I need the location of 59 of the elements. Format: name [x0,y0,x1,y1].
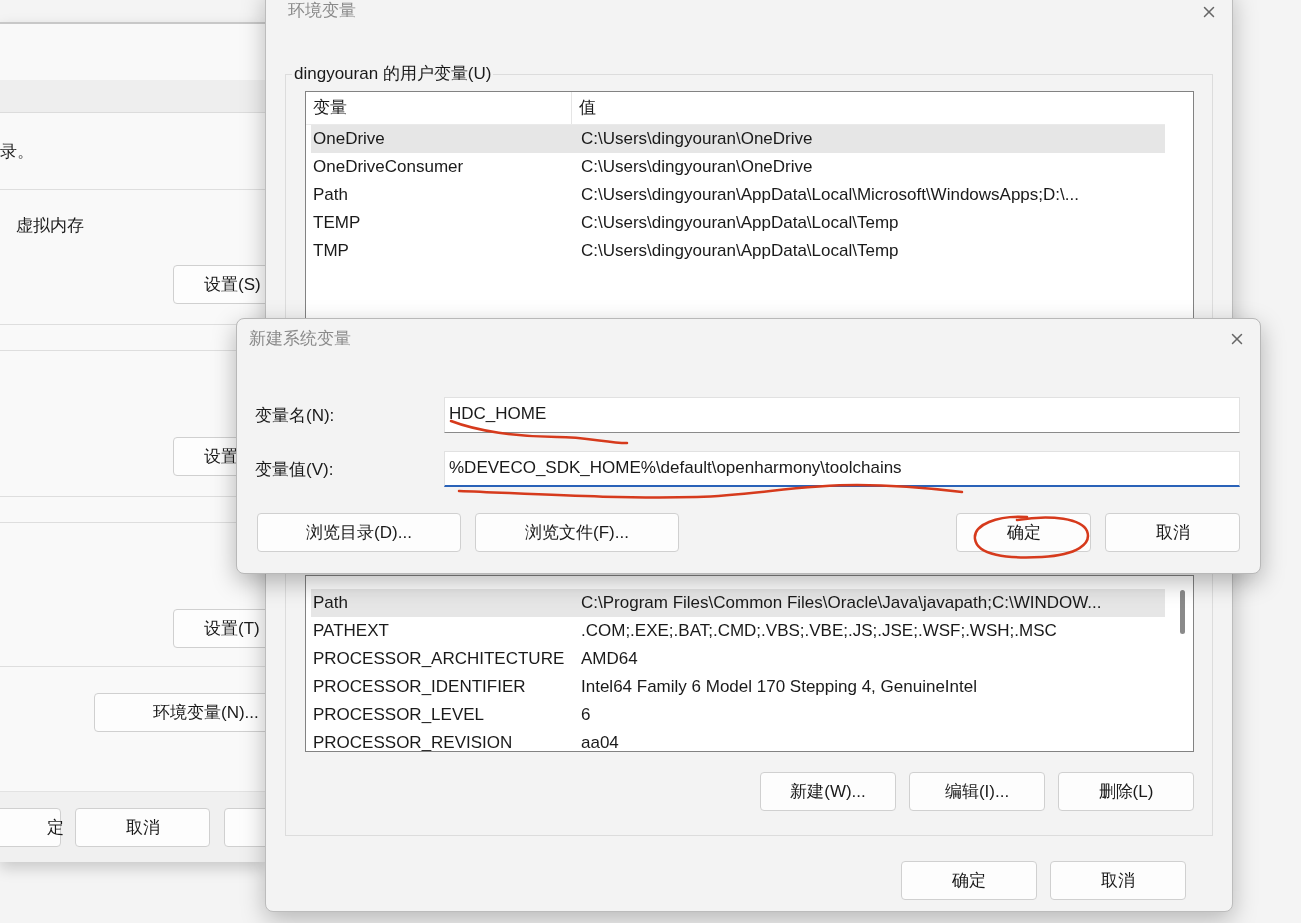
window-title: 环境变量 [288,1,356,21]
variable-row[interactable]: TMP C:\Users\dingyouran\AppData\Local\Temp [311,237,1165,265]
dialog-button[interactable]: 确定 [956,513,1091,552]
variable-row[interactable]: OneDrive C:\Users\dingyouran\OneDrive [311,125,1165,153]
variable-row[interactable]: TEMP C:\Users\dingyouran\AppData\Local\Temp [311,209,1165,237]
dialog-title: 新建系统变量 [249,329,351,349]
variable-row[interactable]: PATHEXT .COM;.EXE;.BAT;.CMD;.VBS;.VBE;.JS;.JSE;.WSF;.WSH;.MSC [311,617,1165,645]
variable-value: C:\Users\dingyouran\OneDrive [580,156,814,178]
variable-value: .COM;.EXE;.BAT;.CMD;.VBS;.VBE;.JS;.JSE;.WSF;.WSH;.MSC [580,620,1058,642]
ok-button[interactable]: 定 [0,807,61,847]
variable-row[interactable]: Path C:\Users\dingyouran\AppData\Local\Microsoft\WindowsApps;D:\... [311,181,1165,209]
variable-name: Path [312,184,349,206]
variable-value: 6 [580,704,592,726]
variable-name: PROCESSOR_REVISION [312,732,514,751]
variable-value: aa04 [580,732,620,751]
variable-name: PROCESSOR_ARCHITECTURE [312,648,566,670]
column-header[interactable]: 值 [572,92,972,124]
dialog-button[interactable]: 取消 [1050,861,1186,900]
field-label: 变量值(V): [255,458,335,481]
environment-variables-button[interactable]: 环境变量(N)... [94,693,265,732]
variable-name: PROCESSOR_LEVEL [312,704,485,726]
variable-value: AMD64 [580,648,639,670]
cancel-button[interactable]: 取消 [75,807,210,847]
variable-action-button[interactable]: 删除(L) [1058,772,1194,811]
input-field[interactable]: HDC_HOME [444,397,1240,433]
variable-value: C:\Users\dingyouran\AppData\Local\Microsoft\WindowsApps;D:\... [580,184,1080,206]
description-text: 虚拟内存 [16,215,85,237]
variable-value: C:\Program Files\Common Files\Oracle\Java\javapath;C:\WINDOW... [580,592,1103,614]
variable-name: OneDrive [312,128,386,150]
variable-row[interactable]: OneDriveConsumer C:\Users\dingyouran\OneDrive [311,153,1165,181]
scrollbar-thumb[interactable] [1180,590,1185,634]
browse-button[interactable]: 浏览目录(D)... [257,513,461,552]
variable-value: C:\Users\dingyouran\AppData\Local\Temp [580,212,900,234]
dialog-button[interactable]: 确定 [901,861,1037,900]
variable-name: PATHEXT [312,620,390,642]
variable-name: PROCESSOR_IDENTIFIER [312,676,527,698]
description-text: 录。 [0,141,35,163]
variable-value: C:\Users\dingyouran\AppData\Local\Temp [580,240,900,262]
variable-row[interactable]: PROCESSOR_ARCHITECTURE AMD64 [311,645,1165,673]
input-field[interactable]: %DEVECO_SDK_HOME%\default\openharmony\toolchains [444,451,1240,487]
variable-name: OneDriveConsumer [312,156,465,178]
browse-button[interactable]: 浏览文件(F)... [475,513,679,552]
dialog-button[interactable]: 取消 [1105,513,1240,552]
variable-action-button[interactable]: 编辑(I)... [909,772,1045,811]
field-label: 变量名(N): [255,404,336,427]
variable-row[interactable]: PROCESSOR_IDENTIFIER Intel64 Family 6 Model 170 Stepping 4, GenuineIntel [311,673,1165,701]
variable-value: C:\Users\dingyouran\OneDrive [580,128,814,150]
variable-name: TEMP [312,212,362,234]
variable-row[interactable]: Path C:\Program Files\Common Files\Oracle\Java\javapath;C:\WINDOW... [311,589,1165,617]
settings-button[interactable]: 设置(S) [173,265,265,304]
variable-row[interactable]: PROCESSOR_REVISION aa04 [311,729,1165,751]
variable-row[interactable]: PROCESSOR_LEVEL 6 [311,701,1165,729]
variable-action-button[interactable]: 新建(W)... [760,772,896,811]
settings-button[interactable]: 设置(T) [173,609,265,648]
group-label: dingyouran 的用户变量(U) [292,62,494,85]
variable-value: Intel64 Family 6 Model 170 Stepping 4, GenuineIntel [580,676,978,698]
column-header[interactable]: 变量 [306,92,572,124]
variable-name: Path [312,592,349,614]
variable-name: TMP [312,240,350,262]
